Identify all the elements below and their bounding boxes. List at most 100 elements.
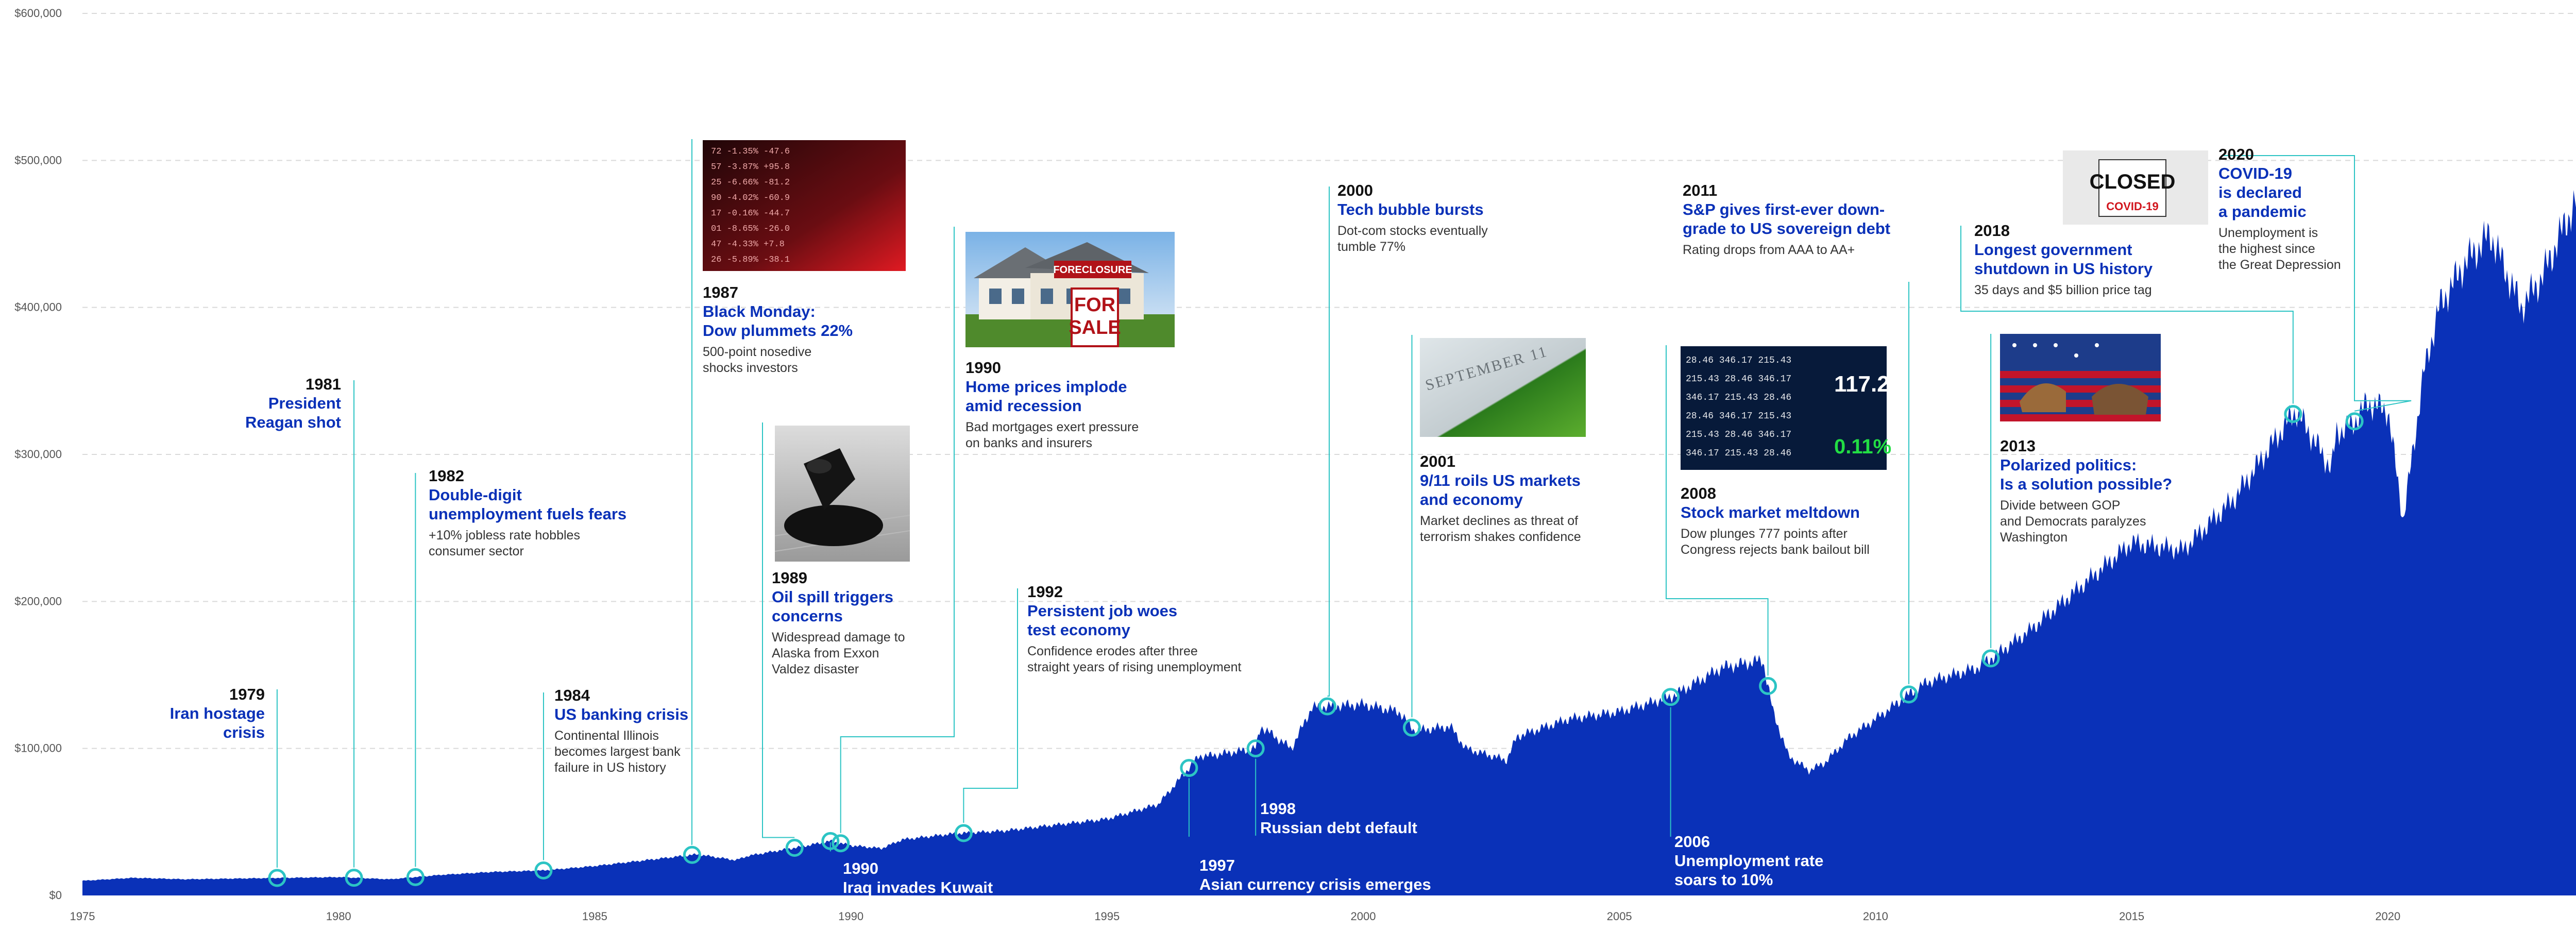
event-heading: President <box>268 394 341 412</box>
event-heading: and economy <box>1420 490 1523 509</box>
event-heading: Polarized politics: <box>2000 456 2137 474</box>
x-axis: 1975 1980 1985 1990 1995 2000 2005 2010 2015 2020… <box>70 910 2401 923</box>
event-year: 1984 <box>554 686 590 704</box>
event-description: Dow plunges 777 points after <box>1681 527 1848 541</box>
ticker-quote-green: 0.11% <box>1834 435 1891 458</box>
covid-sign-text: COVID-19 <box>2106 200 2158 213</box>
event-year: 1992 <box>1027 583 1063 601</box>
closed-covid-sign-photo: CLOSED COVID-19 <box>2063 150 2208 225</box>
event-heading: S&P gives first-ever down- <box>1683 200 1885 218</box>
event-year: 2006 <box>1674 833 1710 851</box>
leader-line <box>1908 282 1910 684</box>
event-description: Rating drops from AAA to AA+ <box>1683 243 1855 257</box>
x-tick-label: 2010 <box>1863 910 1888 923</box>
event-description: failure in US history <box>554 760 666 775</box>
event-description: Continental Illinois <box>554 729 659 743</box>
svg-text:57 -3.87% +95.8: 57 -3.87% +95.8 <box>711 162 790 172</box>
leader-line <box>963 588 1018 823</box>
event-description: Divide between GOP <box>2000 498 2120 513</box>
x-tick-label: 2015 <box>2119 910 2144 923</box>
event-year: 1982 <box>429 467 464 485</box>
foreclosure-house-photo: FORECLOSURE FOR SALE <box>965 232 1175 347</box>
event-description: Market declines as threat of <box>1420 514 1578 528</box>
event-heading: Russian debt default <box>1260 819 1417 837</box>
oil-spill-photo <box>774 426 910 562</box>
event-heading: US banking crisis <box>554 705 688 723</box>
y-tick-label: $300,000 <box>14 448 62 461</box>
svg-text:01 -8.65% -26.0: 01 -8.65% -26.0 <box>711 224 790 234</box>
ticker-quote-large: 117.23 <box>1834 371 1902 397</box>
event-year: 1990 <box>965 359 1001 377</box>
event-description: consumer sector <box>429 544 524 558</box>
event-year: 1989 <box>772 569 807 587</box>
event-heading: Unemployment rate <box>1674 852 1823 870</box>
event-description: Bad mortgages exert pressure <box>965 420 1139 434</box>
event-description: on banks and insurers <box>965 436 1092 450</box>
bull-bear-flag-photo <box>2000 334 2161 421</box>
leader-line <box>1327 187 1330 697</box>
svg-text:17 -0.16% -44.7: 17 -0.16% -44.7 <box>711 209 790 218</box>
event-year: 2013 <box>2000 437 2036 455</box>
event-description: straight years of rising unemployment <box>1027 660 1242 674</box>
event-heading: 9/11 roils US markets <box>1420 471 1581 489</box>
event-heading: Double-digit <box>429 486 522 504</box>
event-description: Unemployment is <box>2218 226 2318 240</box>
y-tick-label: $500,000 <box>14 154 62 166</box>
x-tick-label: 1985 <box>582 910 607 923</box>
for-sign-text: FOR <box>1074 294 1115 316</box>
event-year: 2020 <box>2218 145 2254 163</box>
event-description: 35 days and $5 billion price tag <box>1974 283 2152 297</box>
market-board-photo: 28.46 346.17 215.43 215.43 28.46 346.17 3… <box>1681 346 1902 470</box>
event-heading: a pandemic <box>2218 202 2307 221</box>
svg-text:26 -5.89% -38.1: 26 -5.89% -38.1 <box>711 255 790 265</box>
event-year: 2000 <box>1337 181 1373 199</box>
event-year: 1987 <box>703 283 738 301</box>
svg-text:346.17 215.43 28.46: 346.17 215.43 28.46 <box>1686 393 1791 403</box>
event-timeline-chart: $0 $100,000 $200,000 $300,000 $400,000 $500,0… <box>14 7 2576 923</box>
event-heading: Is a solution possible? <box>2000 475 2172 493</box>
event-heading: crisis <box>223 723 265 741</box>
event-heading: Persistent job woes <box>1027 602 1177 620</box>
event-description: becomes largest bank <box>554 744 681 759</box>
svg-text:25 -6.66% -81.2: 25 -6.66% -81.2 <box>711 178 790 188</box>
event-heading: Longest government <box>1974 241 2132 259</box>
event-heading: grade to US sovereign debt <box>1683 219 1890 238</box>
event-description: Congress rejects bank bailout bill <box>1681 543 1870 557</box>
memorial-photo: SEPTEMBER 11 <box>1420 338 1586 437</box>
event-heading: Iraq invades Kuwait <box>843 878 993 896</box>
event-heading: soars to 10% <box>1674 871 1773 889</box>
event-heading: Tech bubble bursts <box>1337 200 1484 218</box>
event-description: Valdez disaster <box>772 662 859 676</box>
event-heading: Asian currency crisis emerges <box>1199 875 1431 893</box>
x-tick-label: 1995 <box>1094 910 1120 923</box>
svg-text:72 -1.35% -47.6: 72 -1.35% -47.6 <box>711 147 790 157</box>
foreclosure-sign: FORECLOSURE <box>1053 264 1132 276</box>
event-description: Widespread damage to <box>772 630 905 645</box>
event-year: 2001 <box>1420 452 1455 470</box>
event-heading: test economy <box>1027 621 1131 639</box>
event-description: the Great Depression <box>2218 258 2341 272</box>
event-heading: Iran hostage <box>170 704 265 722</box>
event-description: Alaska from Exxon <box>772 646 879 661</box>
y-axis: $0 $100,000 $200,000 $300,000 $400,000 $500,0… <box>14 7 62 902</box>
event-heading: COVID-19 <box>2218 164 2292 182</box>
event-description: Confidence erodes after three <box>1027 644 1198 658</box>
event-year: 1979 <box>229 685 265 703</box>
event-description: Dot-com stocks eventually <box>1337 224 1488 238</box>
event-description: 500-point nosedive <box>703 345 811 359</box>
event-heading: Black Monday: <box>703 302 816 320</box>
event-year: 1981 <box>306 375 341 393</box>
event-heading: unemployment fuels fears <box>429 505 626 523</box>
x-tick-label: 2020 <box>2375 910 2400 923</box>
event-heading: is declared <box>2218 183 2302 201</box>
closed-sign-text: CLOSED <box>2090 171 2176 193</box>
event-heading: Reagan shot <box>245 413 341 431</box>
event-year: 1990 <box>843 859 878 877</box>
event-heading: Home prices implode <box>965 378 1127 396</box>
x-tick-label: 1990 <box>838 910 863 923</box>
y-tick-label: $200,000 <box>14 595 62 607</box>
event-description: +10% jobless rate hobbles <box>429 528 580 543</box>
event-description: terrorism shakes confidence <box>1420 530 1581 544</box>
event-year: 2008 <box>1681 484 1716 502</box>
stock-ticker-photo: 72 -1.35% -47.6 57 -3.87% +95.8 25 -6.66%… <box>703 140 906 271</box>
